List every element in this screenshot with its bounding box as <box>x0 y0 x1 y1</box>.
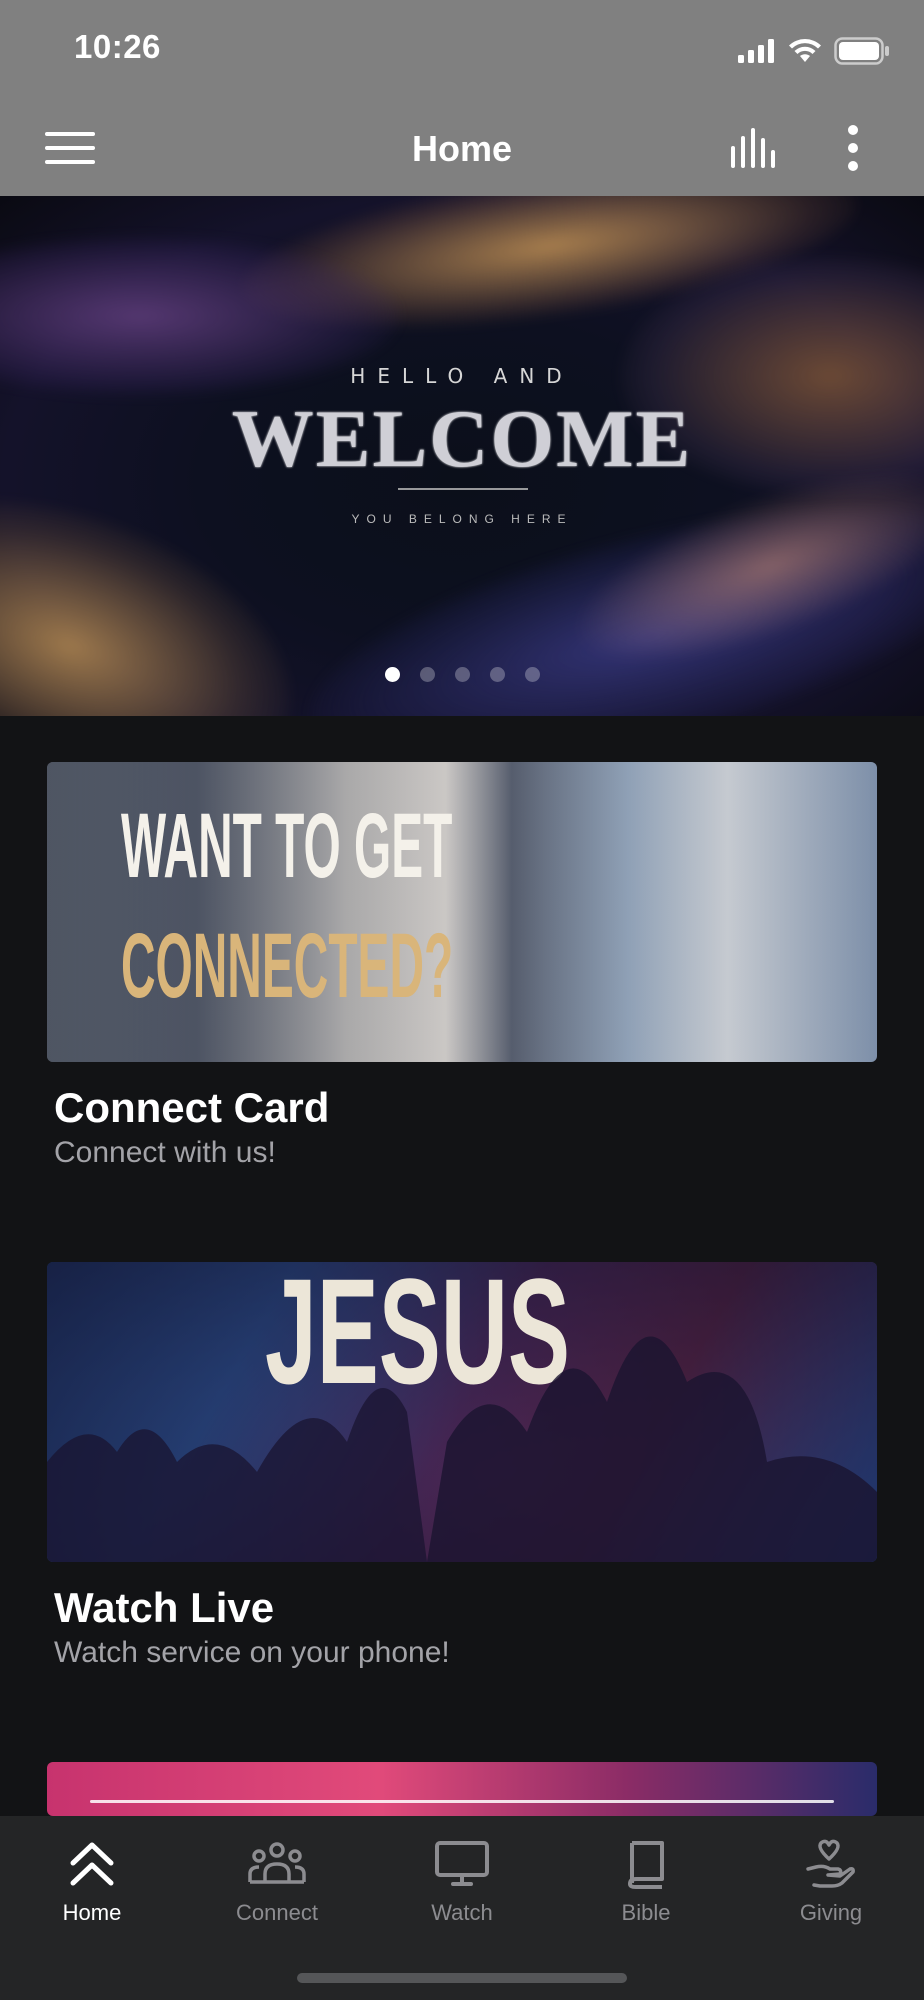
tab-home[interactable]: Home <box>0 1836 184 1926</box>
connect-card[interactable]: WANT TO GET CONNECTED? Connect Card Conn… <box>47 762 877 1170</box>
status-bar: 10:26 <box>0 0 924 100</box>
third-card[interactable] <box>47 1762 877 1816</box>
tab-giving[interactable]: Giving <box>739 1836 923 1926</box>
tab-watch[interactable]: Watch <box>370 1836 554 1926</box>
page-title: Home <box>411 128 513 169</box>
tab-label: Giving <box>799 1900 863 1925</box>
connect-image-text-line1: WANT TO GET <box>121 795 453 897</box>
more-vertical-icon[interactable] <box>838 124 868 172</box>
status-time: 10:26 <box>74 28 161 65</box>
app-header: Home <box>0 100 924 196</box>
people-icon <box>185 1836 369 1892</box>
home-indicator[interactable] <box>297 1973 627 1983</box>
carousel-dots <box>0 667 924 682</box>
book-icon <box>554 1836 738 1892</box>
battery-icon <box>834 37 889 65</box>
third-card-image <box>47 1762 877 1816</box>
watch-live-card[interactable]: JESUS Watch Live Watch service on your p… <box>47 1262 877 1670</box>
hero-carousel[interactable]: HELLO AND WELCOME YOU BELONG HERE <box>0 196 924 716</box>
tab-label: Home <box>62 1900 122 1925</box>
image-progress-line <box>90 1800 834 1803</box>
monitor-icon <box>370 1836 554 1892</box>
carousel-dot[interactable] <box>489 667 505 682</box>
tab-label: Watch <box>431 1900 493 1925</box>
hero-line2: YOU BELONG HERE <box>351 512 573 526</box>
connect-image-text-line2: CONNECTED? <box>121 915 454 1017</box>
hero-title: WELCOME <box>231 393 693 484</box>
giving-hand-icon <box>739 1836 923 1892</box>
tab-label: Bible <box>621 1900 671 1925</box>
carousel-dot[interactable] <box>454 667 470 682</box>
carousel-dot[interactable] <box>384 667 400 682</box>
card-title: Watch Live <box>54 1584 275 1631</box>
card-subtitle: Watch service on your phone! <box>54 1636 450 1669</box>
card-subtitle: Connect with us! <box>54 1136 276 1169</box>
hero-line1: HELLO AND <box>350 364 574 388</box>
tab-bible[interactable]: Bible <box>554 1836 738 1926</box>
hero-divider <box>398 488 528 490</box>
card-title: Connect Card <box>54 1084 330 1131</box>
wifi-icon <box>789 39 821 62</box>
tab-connect[interactable]: Connect <box>185 1836 369 1926</box>
home-chevrons-icon <box>0 1836 184 1892</box>
carousel-dot[interactable] <box>419 667 435 682</box>
crowd-silhouette-icon <box>47 1336 877 1562</box>
audio-bars-icon[interactable] <box>728 128 782 168</box>
status-icons <box>738 36 890 66</box>
carousel-dot[interactable] <box>524 667 540 682</box>
connect-card-image: WANT TO GET CONNECTED? <box>47 762 877 1062</box>
tab-label: Connect <box>236 1900 318 1925</box>
signal-icon <box>738 39 774 63</box>
watch-live-card-image: JESUS <box>47 1262 877 1562</box>
